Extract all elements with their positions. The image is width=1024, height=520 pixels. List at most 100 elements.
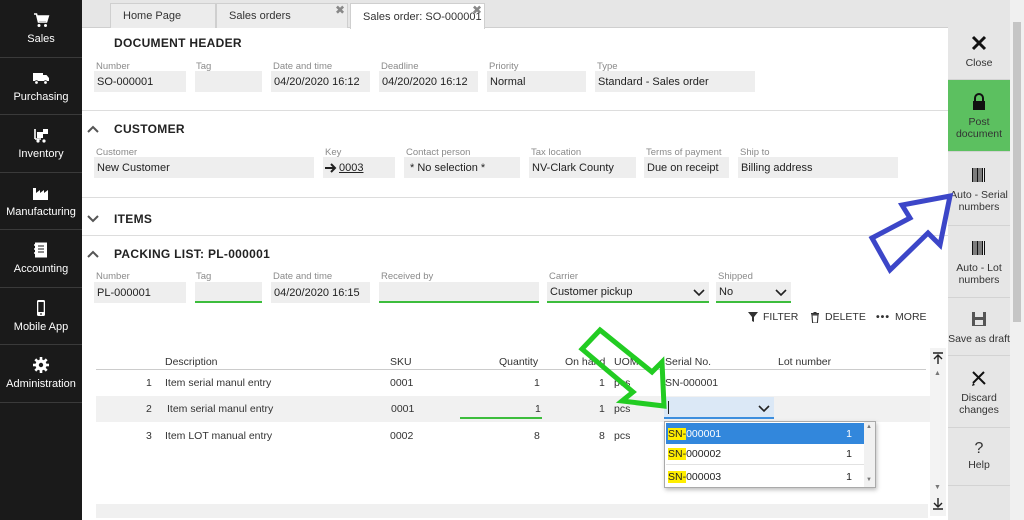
dropdown-option[interactable]: SN- 000001 1 <box>666 423 864 444</box>
datetime-field[interactable]: 04/20/2020 16:12 <box>271 71 370 92</box>
discard-changes-button[interactable]: Discard changes <box>948 356 1010 428</box>
dropdown-option[interactable]: SN- 000003 1 <box>666 466 864 487</box>
quantity-input[interactable] <box>460 397 542 419</box>
col-description[interactable]: Description <box>165 356 218 368</box>
customer-title: CUSTOMER <box>114 122 185 136</box>
row-onhand: 8 <box>599 430 605 442</box>
dropdown-scrollbar[interactable]: ▲ ▼ <box>864 422 875 487</box>
auto-serial-button[interactable]: Auto - Serial numbers <box>948 152 1010 226</box>
packing-list-title: PACKING LIST: PL-000001 <box>114 247 271 261</box>
shipped-select[interactable]: No <box>716 282 791 303</box>
row-uom: pcs <box>614 430 631 442</box>
contact-field[interactable]: * No selection * <box>404 157 520 178</box>
col-uom[interactable]: UOM <box>614 356 639 368</box>
nav-item-accounting[interactable]: Accounting <box>0 230 82 288</box>
scroll-down-icon[interactable]: ▼ <box>866 477 872 483</box>
nav-item-mobile-app[interactable]: Mobile App <box>0 288 82 345</box>
divider <box>82 197 948 198</box>
row-serial[interactable]: SN-000001 <box>665 377 718 389</box>
serial-input[interactable] <box>664 397 774 419</box>
ship-to-field[interactable]: Billing address <box>738 157 898 178</box>
delete-button[interactable]: DELETE <box>810 311 866 323</box>
tab-label: Home Page <box>123 10 182 22</box>
scroll-up-icon[interactable]: ▲ <box>866 424 872 430</box>
truck-icon <box>33 72 49 85</box>
nav-item-manufacturing[interactable]: Manufacturing <box>0 173 82 230</box>
dropdown-option[interactable]: SN- 000002 1 <box>666 444 864 465</box>
left-nav: Sales Purchasing Inventory Manufacturing… <box>0 0 82 520</box>
nav-item-purchasing[interactable]: Purchasing <box>0 58 82 115</box>
option-count: 1 <box>846 448 852 460</box>
received-by-label: Received by <box>381 271 434 282</box>
tab-sales-order-detail[interactable]: Sales order: SO-000001 ✖ <box>350 3 485 29</box>
save-draft-button[interactable]: Save as draft <box>948 298 1010 356</box>
col-lot[interactable]: Lot number <box>778 356 831 368</box>
priority-field[interactable]: Normal <box>487 71 586 92</box>
row-quantity[interactable]: 8 <box>534 430 540 442</box>
row-onhand: 1 <box>599 377 605 389</box>
key-field[interactable]: 0003 <box>323 157 395 178</box>
tax-location-field[interactable]: NV-Clark County <box>529 157 636 178</box>
col-sku[interactable]: SKU <box>390 356 412 368</box>
horizontal-scrollbar[interactable] <box>96 504 928 518</box>
filter-icon <box>748 312 758 322</box>
chevron-down-icon <box>775 289 787 297</box>
scroll-bottom-icon[interactable] <box>933 498 943 510</box>
option-count: 1 <box>846 427 852 440</box>
document-header-title: DOCUMENT HEADER <box>114 36 242 50</box>
deadline-field[interactable]: 04/20/2020 16:12 <box>379 71 478 92</box>
nav-item-inventory[interactable]: Inventory <box>0 115 82 173</box>
nav-label: Manufacturing <box>6 205 76 218</box>
filter-button[interactable]: FILTER <box>748 311 798 323</box>
close-button[interactable]: Close <box>948 22 1010 80</box>
shipped-label: Shipped <box>718 271 753 282</box>
carrier-label: Carrier <box>549 271 579 282</box>
table-scrollbar[interactable]: ▲ ▼ <box>930 348 946 516</box>
customer-field[interactable]: New Customer <box>94 157 314 178</box>
scroll-up-icon[interactable]: ▲ <box>934 370 941 377</box>
col-quantity[interactable]: Quantity <box>499 356 538 368</box>
page-scrollbar-thumb[interactable] <box>1013 22 1021 322</box>
chevron-down-icon[interactable] <box>758 402 770 414</box>
row-sku: 0001 <box>391 403 415 415</box>
received-by-field[interactable] <box>379 282 539 303</box>
chevron-up-icon[interactable] <box>86 249 100 259</box>
tag-field[interactable] <box>195 71 262 92</box>
nav-item-sales[interactable]: Sales <box>0 0 82 58</box>
terms-field[interactable]: Due on receipt <box>644 157 729 178</box>
pl-tag-field[interactable] <box>195 282 262 303</box>
cart-icon <box>34 13 50 28</box>
pl-tag-label: Tag <box>196 271 212 282</box>
more-button[interactable]: ••• MORE <box>876 311 927 323</box>
post-document-button[interactable]: Post document <box>948 80 1010 152</box>
chevron-up-icon[interactable] <box>86 124 100 134</box>
ledger-icon <box>34 242 47 258</box>
nav-item-administration[interactable]: Administration <box>0 345 82 403</box>
row-sku: 0001 <box>390 377 414 389</box>
tab-bar: Home Page Sales orders ✖ Sales order: SO-… <box>82 0 948 29</box>
scroll-down-icon[interactable]: ▼ <box>934 484 941 491</box>
carrier-select[interactable]: Customer pickup <box>547 282 709 303</box>
number-field[interactable]: SO-000001 <box>94 71 186 92</box>
close-icon[interactable]: ✖ <box>335 3 345 17</box>
tab-sales-orders[interactable]: Sales orders ✖ <box>216 3 348 28</box>
auto-lot-label: Auto - Lot numbers <box>956 261 1002 286</box>
barcode-icon <box>972 240 985 255</box>
key-link[interactable]: 0003 <box>339 162 363 174</box>
col-serial[interactable]: Serial No. <box>665 356 711 368</box>
auto-lot-button[interactable]: Auto - Lot numbers <box>948 226 1010 298</box>
col-on-hand[interactable]: On hand <box>565 356 605 368</box>
tab-home-page[interactable]: Home Page <box>110 3 216 28</box>
row-quantity[interactable]: 1 <box>534 377 540 389</box>
help-button[interactable]: ? Help <box>948 428 1010 486</box>
pl-datetime-label: Date and time <box>273 271 333 282</box>
type-field[interactable]: Standard - Sales order <box>595 71 755 92</box>
option-text: 000003 <box>686 470 722 483</box>
close-icon[interactable]: ✖ <box>472 3 482 17</box>
pl-number-field[interactable]: PL-000001 <box>94 282 186 303</box>
barcode-icon <box>972 167 985 182</box>
save-icon <box>972 311 986 326</box>
pl-datetime-field[interactable]: 04/20/2020 16:15 <box>271 282 370 303</box>
chevron-down-icon[interactable] <box>86 214 100 224</box>
scroll-top-icon[interactable] <box>933 352 943 364</box>
